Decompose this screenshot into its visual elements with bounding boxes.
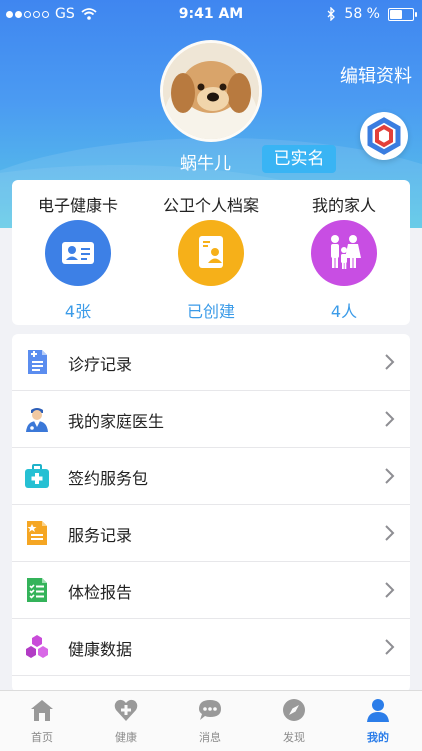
status-bar: GS 9:41 AM 58 % [0, 0, 422, 28]
chevron-right-icon [385, 582, 395, 598]
chevron-right-icon [385, 468, 395, 484]
verified-badge: 已实名 [262, 145, 336, 173]
battery-percentage: 58 % [344, 6, 380, 22]
card-count: 已创建 [186, 302, 235, 321]
tab-label: 消息 [199, 731, 221, 744]
tab-label: 首页 [31, 731, 53, 744]
user-icon [367, 699, 389, 722]
menu-item-label: 签约服务包 [68, 469, 149, 488]
menu-list: 诊疗记录 我的家庭医生 签约服务包 服务记录 体检报告 健康数据 [12, 334, 410, 692]
checklist-icon [27, 578, 47, 602]
id-card-icon [45, 220, 111, 286]
menu-item-service-records[interactable]: 服务记录 [12, 505, 410, 562]
puppy-avatar-image [163, 43, 259, 139]
menu-item-label: 我的家庭医生 [68, 412, 165, 431]
compass-icon [283, 699, 305, 721]
card-title: 电子健康卡 [37, 196, 118, 215]
card-count: 4张 [64, 302, 92, 321]
chevron-right-icon [385, 639, 395, 655]
health-card-item[interactable]: 电子健康卡 4张 [12, 180, 144, 325]
menu-item-label: 体检报告 [68, 583, 133, 602]
health-data-icon [26, 635, 48, 658]
menu-item-medical-records[interactable]: 诊疗记录 [12, 334, 410, 391]
chevron-right-icon [385, 354, 395, 370]
home-icon [31, 700, 53, 721]
chevron-right-icon [385, 525, 395, 541]
tab-messages[interactable]: 消息 [168, 691, 252, 751]
chevron-right-icon [385, 411, 395, 427]
family-icon [311, 220, 377, 286]
menu-item-service-package[interactable]: 签约服务包 [12, 448, 410, 505]
menu-item-checkup-report[interactable]: 体检报告 [12, 562, 410, 619]
health-heart-icon [114, 699, 138, 721]
tab-label: 我的 [367, 731, 389, 744]
medical-kit-icon [25, 464, 49, 488]
menu-item-label: 诊疗记录 [68, 355, 133, 374]
service-record-icon [27, 521, 47, 545]
menu-item-family-doctor[interactable]: 我的家庭医生 [12, 391, 410, 448]
edit-profile-button[interactable]: 编辑资料 [340, 62, 412, 88]
profile-document-icon [178, 220, 244, 286]
bluetooth-icon [327, 7, 336, 21]
card-title: 公卫个人档案 [162, 196, 259, 215]
card-title: 我的家人 [311, 196, 376, 215]
menu-item-label: 服务记录 [68, 526, 133, 545]
medical-record-icon [28, 350, 47, 374]
user-name: 蜗牛儿 [180, 154, 231, 174]
menu-item-health-data[interactable]: 健康数据 [12, 619, 410, 676]
message-icon [199, 700, 221, 720]
public-health-profile-item[interactable]: 公卫个人档案 已创建 [145, 180, 277, 325]
quick-access-card: 电子健康卡 4张 公卫个人档案 已创建 我的家人 4人 [12, 180, 410, 325]
doctor-icon [26, 408, 48, 432]
tab-health[interactable]: 健康 [84, 691, 168, 751]
tab-label: 发现 [283, 731, 305, 744]
card-count: 4人 [330, 302, 358, 321]
battery-icon [388, 7, 417, 21]
tab-bar: 首页 健康 消息 发现 我的 [0, 690, 422, 751]
hexagon-logo-icon[interactable] [360, 112, 408, 160]
tab-me[interactable]: 我的 [336, 691, 420, 751]
menu-item-label: 健康数据 [68, 640, 133, 659]
avatar[interactable] [160, 40, 262, 142]
tab-label: 健康 [115, 731, 137, 744]
tab-home[interactable]: 首页 [0, 691, 84, 751]
tab-discover[interactable]: 发现 [252, 691, 336, 751]
my-family-item[interactable]: 我的家人 4人 [278, 180, 410, 325]
